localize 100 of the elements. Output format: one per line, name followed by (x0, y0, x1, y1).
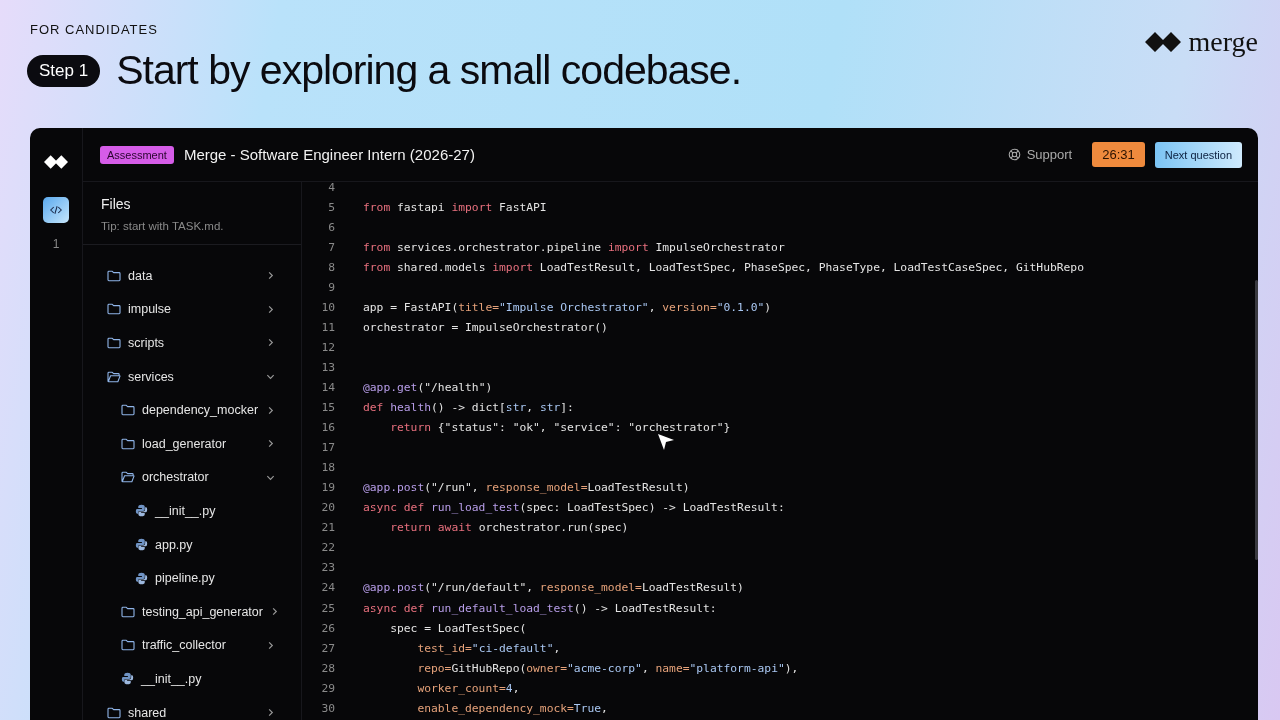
file-icon (121, 672, 134, 686)
logo-icon (1144, 30, 1181, 54)
code-line: repo=GitHubRepo(owner="acme-corp", name="platform-api"), (416, 661, 799, 675)
line-number: 25 (320, 601, 335, 615)
line-number: 12 (320, 340, 335, 354)
line-number: 11 (320, 320, 335, 334)
file-tree-item[interactable]: scripts (83, 326, 301, 360)
code-line: from fastapi import FastAPI (363, 200, 547, 214)
chevron-icon (266, 271, 275, 281)
line-number: 13 (320, 360, 335, 374)
line-number: 19 (320, 481, 335, 495)
line-number: 22 (320, 541, 335, 555)
tip-text: Tip: start with TASK.md. (101, 220, 225, 232)
chevron-icon (266, 405, 275, 415)
line-number: 16 (320, 421, 335, 435)
code-button[interactable] (43, 197, 69, 223)
file-tree-item[interactable]: testing_api_generator (83, 594, 301, 629)
code-line: return await orchestrator.run(spec) (389, 521, 629, 535)
line-number: 29 (320, 681, 335, 695)
folder-icon (121, 639, 135, 652)
support-icon (1007, 148, 1021, 161)
window-title: Merge - Software Engineer Intern (2026-27) (183, 146, 475, 163)
line-number: 28 (320, 661, 335, 675)
code-line: def health() -> dict[str, str]: (363, 401, 574, 415)
chevron-icon (266, 439, 275, 449)
assessment-badge: Assessment (100, 145, 174, 164)
brand-name: merge (1188, 26, 1258, 58)
code-line: test_id="ci-default", (416, 641, 561, 655)
code-line: orchestrator = ImpulseOrchestrator() (363, 320, 608, 334)
line-number: 17 (320, 441, 335, 455)
line-number: 6 (327, 220, 335, 234)
code-line: app = FastAPI(title="Impulse Orchestrator", version="0.1.0") (363, 300, 772, 314)
file-icon (135, 504, 148, 518)
line-number: 23 (320, 561, 335, 575)
file-tree-item[interactable]: traffic_collector (83, 628, 301, 663)
folder-icon (121, 437, 135, 450)
line-number: 26 (320, 621, 335, 635)
code-line: @app.post("/run/default", response_model=LoadTestResult) (363, 581, 744, 595)
support-button[interactable]: Support (1007, 147, 1073, 162)
line-number: 30 (320, 701, 335, 715)
line-number: 8 (327, 260, 335, 274)
code-line: from shared.models import LoadTestResult, LoadTestSpec, PhaseSpec, PhaseType, LoadTestCaseSpec, GitHubRepo (363, 260, 1084, 274)
scrollbar[interactable] (1255, 280, 1258, 560)
line-number: 14 (320, 381, 335, 394)
chevron-icon (266, 304, 275, 314)
step-pill: Step 1 (27, 54, 101, 87)
chevron-icon (266, 338, 275, 348)
folder-icon (121, 404, 135, 417)
line-number: 18 (320, 461, 335, 475)
code-icon (50, 204, 62, 216)
file-tree-item[interactable]: load_generator (83, 426, 301, 461)
headline: Start by exploring a small codebase. (116, 47, 742, 94)
folder-icon (107, 370, 121, 383)
folder-icon (107, 269, 121, 282)
line-number: 15 (320, 401, 335, 415)
code-line: async def run_default_load_test() -> LoadTestResult: (363, 601, 717, 615)
file-icon (135, 538, 148, 552)
code-line: async def run_load_test(spec: LoadTestSpec) -> LoadTestResult: (363, 501, 785, 515)
folder-icon (121, 605, 135, 618)
file-tree-item[interactable]: __init__.py (83, 494, 301, 528)
next-question-button[interactable]: Next question (1154, 141, 1242, 168)
line-number: 27 (320, 641, 335, 655)
file-tree-item[interactable]: impulse (83, 292, 301, 327)
line-number: 21 (320, 521, 335, 535)
chevron-icon (266, 640, 275, 650)
code-line: enable_dependency_mock=True, (416, 701, 608, 715)
line-number: 20 (320, 501, 335, 515)
file-icon (135, 571, 148, 585)
timer: 26:31 (1092, 142, 1145, 167)
line-number: 24 (320, 581, 335, 595)
file-tree-item[interactable]: app.py (83, 527, 301, 562)
cursor-icon (656, 432, 676, 452)
code-line: from services.orchestrator.pipeline import ImpulseOrchestrator (363, 240, 785, 254)
folder-icon (107, 303, 121, 316)
code-line: return {"status": "ok", "service": "orchestrator"} (389, 421, 731, 435)
folder-icon (121, 471, 135, 484)
chevron-icon (266, 708, 275, 717)
file-tree-item[interactable]: services (83, 359, 301, 394)
code-line: @app.get("/health") (363, 381, 493, 394)
logo-icon (44, 154, 68, 170)
file-tree-item[interactable]: __init__.py (83, 662, 301, 696)
count-label: 1 (52, 237, 60, 251)
file-tree-item[interactable]: pipeline.py (83, 561, 301, 595)
chevron-icon (266, 372, 275, 382)
code-line: worker_count=4, (416, 681, 520, 695)
panel-title: Files (101, 196, 132, 212)
code-line: @app.post("/run", response_model=LoadTestResult) (363, 481, 690, 495)
file-tree-item[interactable]: dependency_mocker (83, 393, 301, 427)
line-number: 4 (327, 180, 335, 194)
line-number: 10 (320, 300, 335, 314)
line-number: 7 (327, 240, 335, 254)
line-number: 9 (327, 280, 335, 294)
file-tree-item[interactable]: orchestrator (83, 460, 301, 495)
line-number: 5 (327, 200, 335, 214)
file-tree-item[interactable]: shared (83, 695, 301, 720)
folder-icon (107, 337, 121, 349)
code-line: spec = LoadTestSpec( (389, 621, 527, 635)
folder-icon (107, 706, 121, 719)
file-tree-item[interactable]: data (83, 259, 301, 293)
eyebrow-label: FOR CANDIDATES (30, 22, 159, 37)
